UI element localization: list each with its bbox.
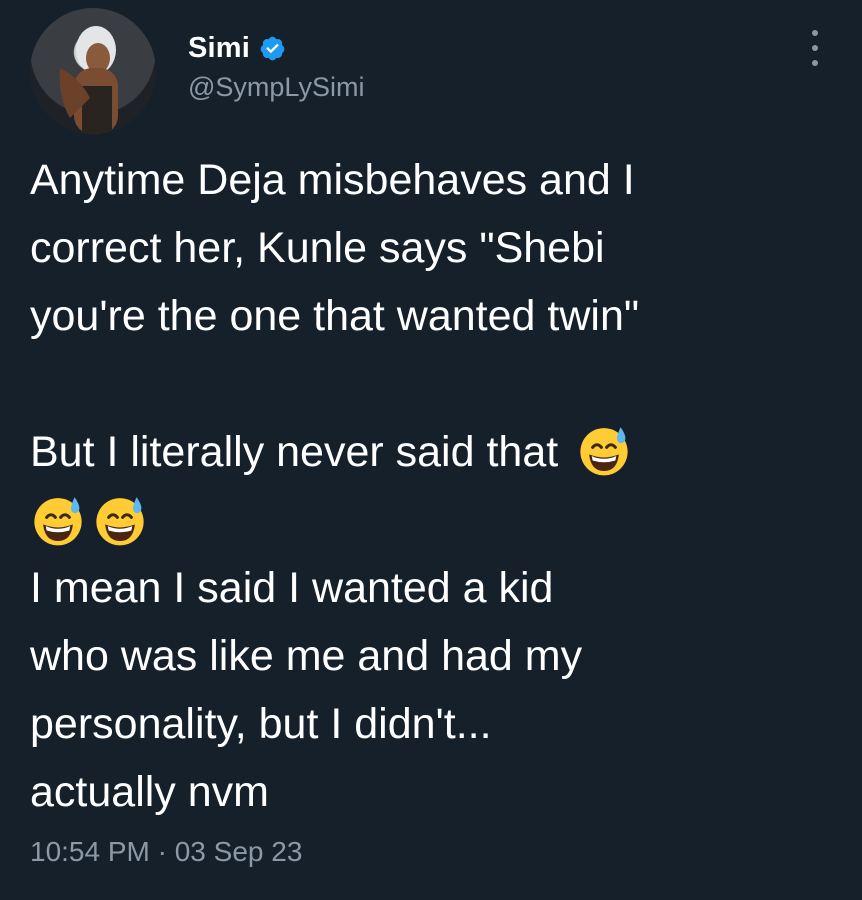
author-handle[interactable]: @SympLySimi <box>188 72 364 103</box>
avatar[interactable] <box>30 8 156 134</box>
tweet-line: correct her, Kunle says "Shebi <box>30 224 605 272</box>
grinning-face-with-sweat-icon <box>580 427 628 476</box>
tweet-line: you're the one that wanted twin" <box>30 292 640 340</box>
tweet-line-text: But I literally never said that <box>30 428 559 476</box>
grinning-face-with-sweat-icon <box>96 497 144 546</box>
tweet-text: Anytime Deja misbehaves and I correct he… <box>30 146 830 826</box>
dot <box>812 45 818 51</box>
tweet-line: I mean I said I wanted a kid <box>30 564 554 612</box>
tweet-line: But I literally never said that <box>30 418 830 486</box>
avatar-image <box>59 26 118 134</box>
tweet-header: Simi @SympLySimi <box>30 8 842 134</box>
tweet-line: Anytime Deja misbehaves and I <box>30 156 635 204</box>
tweet-line: actually nvm <box>30 768 269 816</box>
emoji-row <box>30 486 830 554</box>
tweet-line: who was like me and had my <box>30 632 583 680</box>
tweet-timestamp[interactable]: 10:54 PM · 03 Sep 23 <box>30 836 302 868</box>
author-name[interactable]: Simi <box>188 32 250 65</box>
more-options-icon[interactable] <box>808 30 822 66</box>
tweet-line: personality, but I didn't... <box>30 700 492 748</box>
dot <box>812 60 818 66</box>
grinning-face-with-sweat-icon <box>34 497 82 546</box>
dot <box>812 30 818 36</box>
verified-badge-icon <box>260 36 285 61</box>
author-name-row: Simi <box>188 32 286 65</box>
